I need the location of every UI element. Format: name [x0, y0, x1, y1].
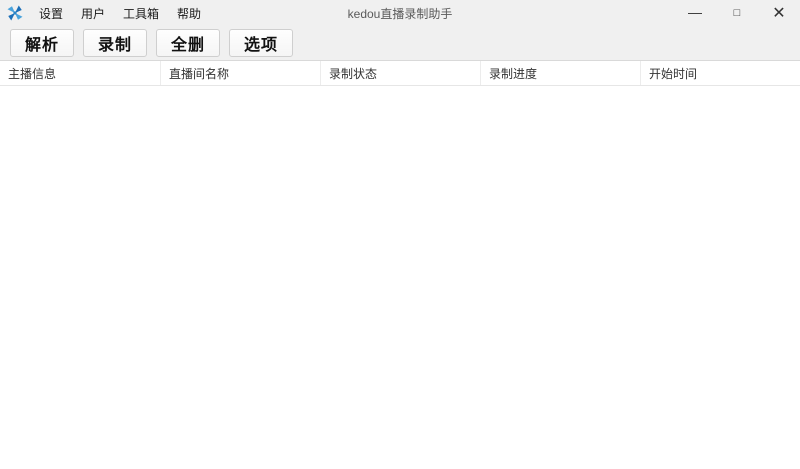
menu-item-toolbox[interactable]: 工具箱: [114, 2, 168, 25]
menu-item-user[interactable]: 用户: [72, 2, 114, 25]
toolbar: 解析 录制 全删 选项: [0, 26, 800, 60]
title-bar: 设置 用户 工具箱 帮助 kedou直播录制助手 — □ ✕: [0, 0, 800, 26]
column-header-record-progress[interactable]: 录制进度: [480, 61, 640, 85]
maximize-button[interactable]: □: [716, 0, 758, 26]
table-body-empty: [0, 86, 800, 469]
maximize-icon: □: [733, 7, 741, 19]
column-header-streamer-info[interactable]: 主播信息: [0, 61, 160, 85]
options-button[interactable]: 选项: [229, 29, 293, 57]
app-logo-icon: [7, 5, 23, 21]
record-button[interactable]: 录制: [83, 29, 147, 57]
close-icon: ✕: [772, 5, 786, 22]
column-header-room-name[interactable]: 直播间名称: [160, 61, 320, 85]
menu-item-settings[interactable]: 设置: [30, 2, 72, 25]
minimize-icon: —: [688, 4, 702, 20]
minimize-button[interactable]: —: [674, 0, 716, 26]
menu-bar: 设置 用户 工具箱 帮助: [30, 2, 210, 25]
column-header-start-time[interactable]: 开始时间: [640, 61, 800, 85]
window-chrome: 设置 用户 工具箱 帮助 kedou直播录制助手 — □ ✕ 解析 录制 全删 …: [0, 0, 800, 61]
menu-item-help[interactable]: 帮助: [168, 2, 210, 25]
parse-button[interactable]: 解析: [10, 29, 74, 57]
window-controls: — □ ✕: [674, 0, 800, 26]
close-button[interactable]: ✕: [758, 0, 800, 26]
table-header: 主播信息 直播间名称 录制状态 录制进度 开始时间: [0, 61, 800, 86]
app-window: 设置 用户 工具箱 帮助 kedou直播录制助手 — □ ✕ 解析 录制 全删 …: [0, 0, 800, 469]
delete-all-button[interactable]: 全删: [156, 29, 220, 57]
column-header-record-status[interactable]: 录制状态: [320, 61, 480, 85]
